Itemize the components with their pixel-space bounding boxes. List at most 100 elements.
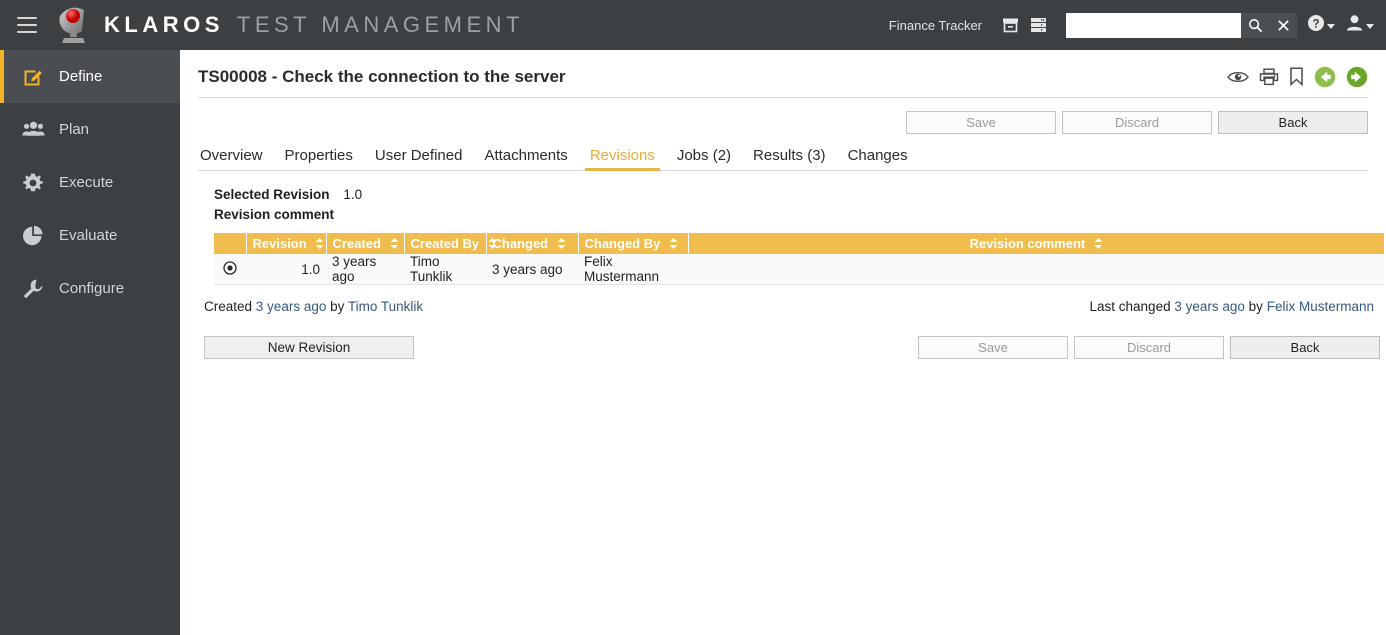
next-arrow-icon[interactable] (1346, 66, 1368, 88)
help-menu[interactable]: ? (1307, 14, 1335, 37)
back-button-top[interactable]: Back (1218, 111, 1368, 134)
brand-title: KLAROS TEST MANAGEMENT (104, 12, 524, 38)
created-when-link[interactable]: 3 years ago (256, 299, 327, 314)
discard-button-bottom[interactable]: Discard (1074, 336, 1224, 359)
previous-arrow-icon[interactable] (1314, 66, 1336, 88)
tab-jobs[interactable]: Jobs (2) (666, 147, 742, 170)
created-meta: Created 3 years ago by Timo Tunklik (204, 299, 423, 314)
print-icon[interactable] (1259, 68, 1279, 86)
sidebar-item-configure[interactable]: Configure (0, 262, 180, 315)
sidebar-item-label: Execute (59, 174, 113, 191)
tab-properties[interactable]: Properties (274, 147, 364, 170)
sidebar-item-execute[interactable]: Execute (0, 156, 180, 209)
revision-details: Selected Revision 1.0 Revision comment (198, 187, 1368, 222)
selected-revision-value: 1.0 (343, 187, 362, 202)
chevron-down-icon (1366, 24, 1374, 29)
wrench-icon (22, 278, 52, 300)
save-button-bottom[interactable]: Save (918, 336, 1068, 359)
changed-prefix: Last changed (1090, 299, 1171, 314)
brand-primary: KLAROS (104, 12, 224, 38)
search-input[interactable] (1066, 13, 1241, 38)
svg-text:?: ? (1312, 18, 1319, 30)
sidebar-item-label: Plan (59, 121, 89, 138)
changed-meta: Last changed 3 years ago by Felix Muster… (1090, 299, 1374, 314)
table-row[interactable]: 1.0 3 years ago Timo Tunklik 3 years ago… (214, 254, 1384, 285)
search-icon[interactable] (1241, 13, 1269, 38)
edit-square-icon (22, 66, 52, 88)
bookmark-icon[interactable] (1289, 67, 1304, 86)
hamburger-icon[interactable] (0, 0, 54, 50)
revisions-table: Revision Created Created By (214, 233, 1384, 285)
column-header-select (214, 233, 246, 254)
created-by-user-link[interactable]: Timo Tunklik (348, 299, 423, 314)
page-title: TS00008 - Check the connection to the se… (198, 67, 566, 87)
changed-by-word: by (1249, 299, 1263, 314)
sidebar-item-evaluate[interactable]: Evaluate (0, 209, 180, 262)
selected-revision-label: Selected Revision (214, 187, 330, 202)
new-revision-button[interactable]: New Revision (204, 336, 414, 359)
gear-icon (22, 172, 52, 194)
column-label-revision: Revision (253, 236, 307, 251)
sort-icon (669, 237, 678, 252)
bottom-action-buttons: Save Discard Back (918, 336, 1380, 359)
cell-created-by: Timo Tunklik (404, 254, 486, 285)
sidebar-item-define[interactable]: Define (0, 50, 180, 103)
record-meta: Created 3 years ago by Timo Tunklik Last… (204, 299, 1374, 314)
cell-revision: 1.0 (246, 254, 326, 285)
discard-button-top[interactable]: Discard (1062, 111, 1212, 134)
cell-created: 3 years ago (326, 254, 404, 285)
sidebar: Define Plan Execute (0, 50, 180, 635)
sort-icon (557, 237, 566, 252)
chevron-down-icon (1327, 24, 1335, 29)
row-select-radio[interactable] (214, 254, 246, 285)
pie-chart-icon (22, 225, 52, 247)
selected-revision-row: Selected Revision 1.0 (214, 187, 1368, 202)
main-content: TS00008 - Check the connection to the se… (180, 50, 1386, 635)
column-label-changed-by: Changed By (585, 236, 661, 251)
changed-by-user-link[interactable]: Felix Mustermann (1267, 299, 1374, 314)
column-header-changed-by[interactable]: Changed By (578, 233, 688, 254)
column-header-revision[interactable]: Revision (246, 233, 326, 254)
tab-bar: Overview Properties User Defined Attachm… (198, 143, 1368, 171)
page-header-actions (1227, 66, 1368, 88)
sort-icon (488, 237, 497, 252)
column-header-created[interactable]: Created (326, 233, 404, 254)
sidebar-item-plan[interactable]: Plan (0, 103, 180, 156)
project-selector[interactable]: Finance Tracker (889, 18, 982, 33)
sort-icon (315, 237, 324, 252)
search-group (1066, 13, 1297, 38)
changed-when-link[interactable]: 3 years ago (1174, 299, 1245, 314)
sidebar-item-label: Configure (59, 280, 124, 297)
tab-overview[interactable]: Overview (198, 147, 274, 170)
people-icon (22, 120, 52, 140)
sort-icon (390, 237, 399, 252)
column-header-revision-comment[interactable]: Revision comment (688, 233, 1384, 254)
tab-changes[interactable]: Changes (837, 147, 919, 170)
sort-icon (1094, 237, 1103, 252)
save-button-top[interactable]: Save (906, 111, 1056, 134)
page-header: TS00008 - Check the connection to the se… (198, 56, 1368, 98)
column-label-changed: Changed (493, 236, 549, 251)
klaros-satellite-logo[interactable] (54, 0, 94, 50)
cell-changed: 3 years ago (486, 254, 578, 285)
archive-box-icon[interactable] (996, 10, 1024, 40)
sidebar-item-label: Define (59, 68, 102, 85)
tab-attachments[interactable]: Attachments (473, 147, 578, 170)
eye-icon[interactable] (1227, 69, 1249, 85)
server-stack-icon[interactable] (1024, 10, 1052, 40)
column-label-revision-comment: Revision comment (970, 236, 1086, 251)
close-icon[interactable] (1269, 13, 1297, 38)
revision-comment-row: Revision comment (214, 207, 1368, 222)
column-label-created-by: Created By (411, 236, 480, 251)
tab-revisions[interactable]: Revisions (579, 147, 666, 170)
tab-user-defined[interactable]: User Defined (364, 147, 474, 170)
column-header-changed[interactable]: Changed (486, 233, 578, 254)
user-icon (1345, 14, 1364, 37)
back-button-bottom[interactable]: Back (1230, 336, 1380, 359)
tab-results[interactable]: Results (3) (742, 147, 837, 170)
brand-secondary: TEST MANAGEMENT (237, 12, 524, 38)
revision-comment-label: Revision comment (214, 207, 334, 222)
created-by-word: by (330, 299, 344, 314)
column-header-created-by[interactable]: Created By (404, 233, 486, 254)
user-menu[interactable] (1345, 14, 1374, 37)
